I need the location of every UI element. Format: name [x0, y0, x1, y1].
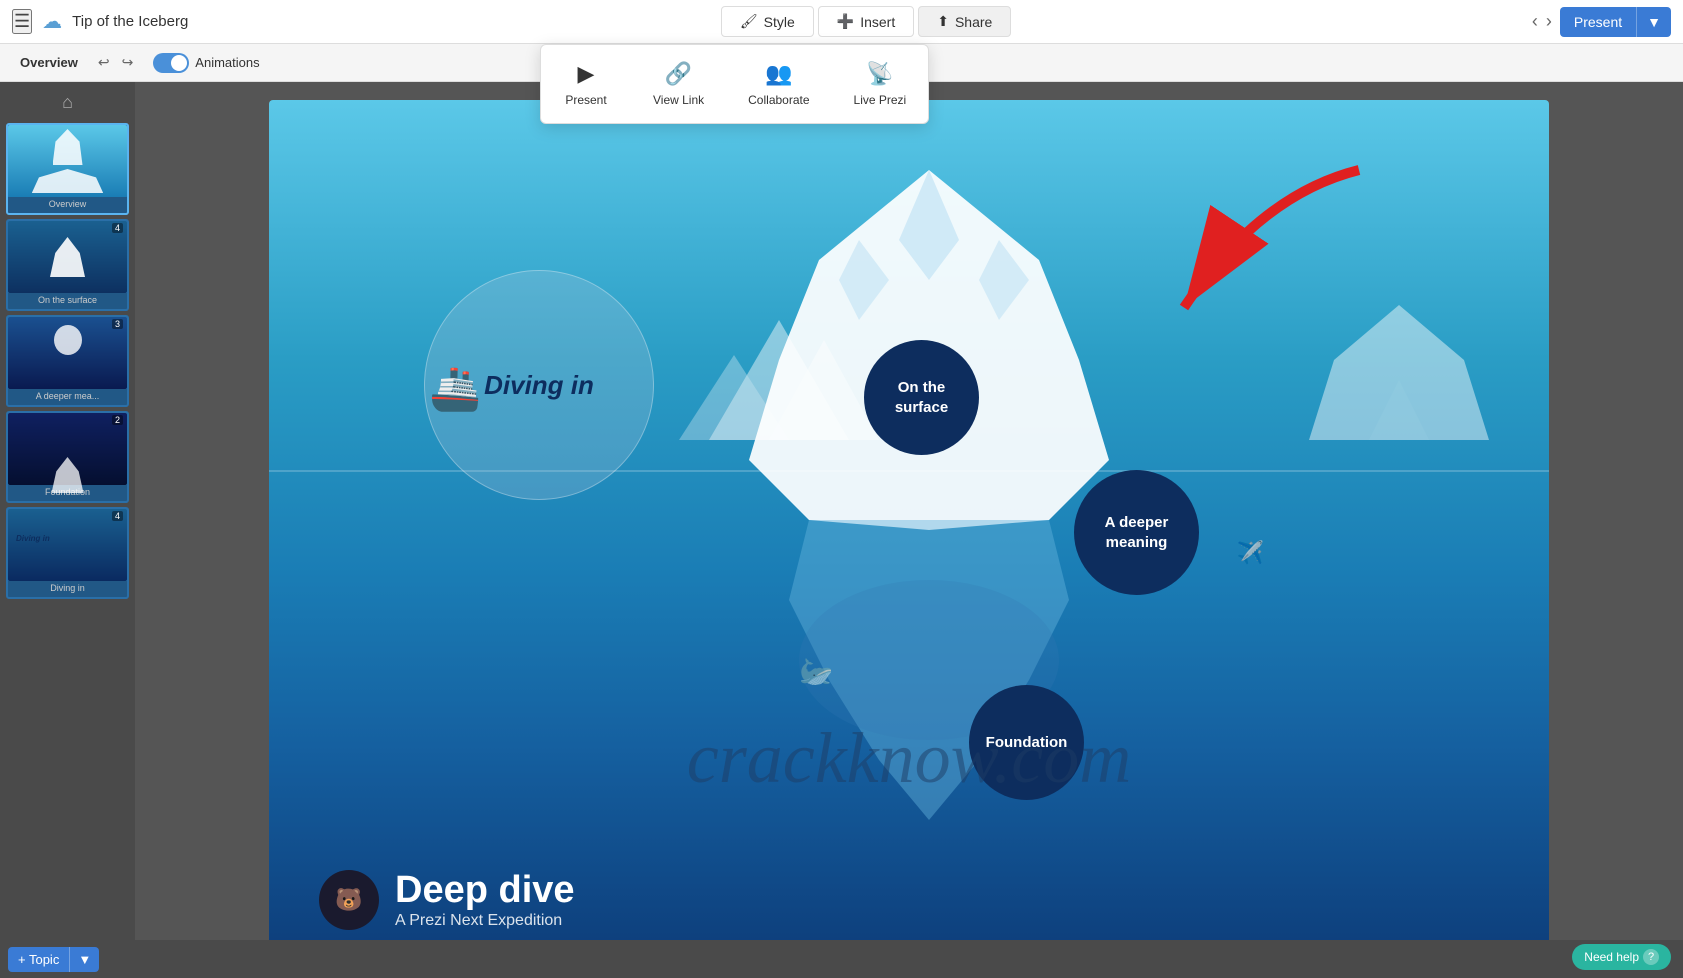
redo-button[interactable]: ↪: [122, 54, 134, 71]
share-collaborate-item[interactable]: 👥 Collaborate: [726, 45, 831, 123]
share-viewlink-item[interactable]: 🔗 View Link: [631, 45, 726, 123]
slide-thumb-2-inner: [8, 317, 127, 389]
toggle-knob: [171, 55, 187, 71]
whale-icon: 🐋: [799, 655, 834, 688]
slide-canvas[interactable]: Diving in 🚢 On the surface A deeper mean…: [269, 100, 1549, 960]
bubble-deeper[interactable]: A deeper meaning: [1074, 470, 1199, 595]
slide-thumb-1-inner: [8, 221, 127, 293]
present-dropdown-icon: ▶: [578, 61, 595, 87]
link-icon: 🔗: [665, 61, 692, 87]
share-dropdown: ▶ Present 🔗 View Link 👥 Collaborate 📡 Li…: [540, 44, 929, 124]
container-ship: 🚢: [429, 365, 481, 414]
animations-toggle-wrap: Animations: [153, 53, 259, 73]
slide-label-4: Diving in: [8, 581, 127, 597]
insert-label: Insert: [860, 14, 895, 30]
present-button[interactable]: Present ▼: [1560, 7, 1671, 37]
slide-thumb-4-inner: Diving in: [8, 509, 127, 581]
animations-label: Animations: [195, 55, 259, 70]
share-present-label: Present: [565, 93, 606, 107]
share-label: Share: [955, 14, 992, 30]
slide-num-1: 4: [112, 223, 123, 233]
topbar-right: ‹ › Present ▼: [1532, 7, 1683, 37]
slide-label-1: On the surface: [8, 293, 127, 309]
bubble-surface[interactable]: On the surface: [864, 340, 979, 455]
right-iceberg: [1309, 300, 1489, 440]
style-label: Style: [764, 14, 795, 30]
canvas-area: Diving in 🚢 On the surface A deeper mean…: [135, 82, 1683, 978]
bear-logo: 🐻: [319, 870, 379, 930]
style-tab[interactable]: 🖌 Style: [721, 6, 814, 37]
diving-in-text: Diving in: [484, 370, 594, 401]
present-dropdown-arrow[interactable]: ▼: [1636, 7, 1671, 37]
animations-toggle[interactable]: [153, 53, 189, 73]
slide-thumb-3-inner: [8, 413, 127, 485]
hamburger-button[interactable]: ☰: [12, 9, 32, 34]
deep-dive-subtitle: A Prezi Next Expedition: [395, 912, 575, 930]
deep-dive-section: 🐻 Deep dive A Prezi Next Expedition: [319, 869, 575, 930]
sidebar-home: ⌂: [6, 86, 129, 119]
style-icon: 🖌: [740, 13, 758, 30]
need-help-button[interactable]: Need help ?: [1572, 944, 1671, 970]
home-icon[interactable]: ⌂: [62, 92, 73, 113]
share-present-item[interactable]: ▶ Present: [541, 45, 631, 123]
present-label: Present: [1560, 7, 1636, 37]
airplane-icon: ✈️: [1237, 540, 1264, 566]
insert-tab[interactable]: ➕ Insert: [818, 6, 914, 37]
liveprezi-icon: 📡: [866, 61, 893, 87]
slide-label-overview: Overview: [8, 197, 127, 213]
need-help-label: Need help: [1584, 950, 1639, 964]
slide-thumb-0-inner: [8, 125, 127, 197]
undo-button[interactable]: ↩: [98, 54, 110, 71]
slide-thumb-2[interactable]: 3 A deeper mea...: [6, 315, 129, 407]
share-collaborate-label: Collaborate: [748, 93, 809, 107]
slide-num-2: 3: [112, 319, 123, 329]
sidebar: ⌂ Overview 4 On the surface 3: [0, 82, 135, 978]
add-topic-dropdown-arrow[interactable]: ▼: [69, 947, 99, 972]
cloud-icon: ☁: [42, 9, 62, 34]
bubble-surface-text: On the surface: [864, 370, 979, 425]
topbar: ☰ ☁ Tip of the Iceberg 🖌 Style ➕ Insert …: [0, 0, 1683, 44]
topbar-left: ☰ ☁ Tip of the Iceberg: [0, 9, 200, 34]
deep-dive-text: Deep dive A Prezi Next Expedition: [395, 869, 575, 930]
slide-thumb-overview[interactable]: Overview: [6, 123, 129, 215]
insert-icon: ➕: [837, 13, 854, 30]
main-layout: ⌂ Overview 4 On the surface 3: [0, 82, 1683, 978]
bubble-deeper-text: A deeper meaning: [1097, 505, 1177, 560]
collaborate-icon: 👥: [765, 61, 792, 87]
slide-label-2: A deeper mea...: [8, 389, 127, 405]
nav-prev-button[interactable]: ‹: [1532, 11, 1538, 32]
share-liveprezi-item[interactable]: 📡 Live Prezi: [832, 45, 929, 123]
slide-num-3: 2: [112, 415, 123, 425]
nav-next-button[interactable]: ›: [1546, 11, 1552, 32]
share-liveprezi-label: Live Prezi: [854, 93, 907, 107]
overview-tab-label: Overview: [12, 55, 86, 70]
need-help-icon: ?: [1643, 949, 1659, 965]
share-viewlink-label: View Link: [653, 93, 704, 107]
doc-title: Tip of the Iceberg: [72, 13, 188, 30]
slide-thumb-1[interactable]: 4 On the surface: [6, 219, 129, 311]
slide-thumb-3[interactable]: 2 Foundation: [6, 411, 129, 503]
slide-num-4: 4: [112, 511, 123, 521]
share-tab[interactable]: ⬆ Share: [918, 6, 1011, 37]
share-icon: ⬆: [937, 13, 949, 30]
topbar-center: 🖌 Style ➕ Insert ⬆ Share: [721, 6, 1011, 37]
bottom-bar: + Topic ▼ Need help ?: [0, 940, 1683, 978]
add-topic-label: + Topic: [8, 947, 69, 972]
add-topic-button[interactable]: + Topic ▼: [8, 947, 99, 972]
deep-dive-title: Deep dive: [395, 869, 575, 912]
watermark-text: crackknow.com: [687, 717, 1131, 800]
slide-thumb-4[interactable]: 4 Diving in Diving in: [6, 507, 129, 599]
